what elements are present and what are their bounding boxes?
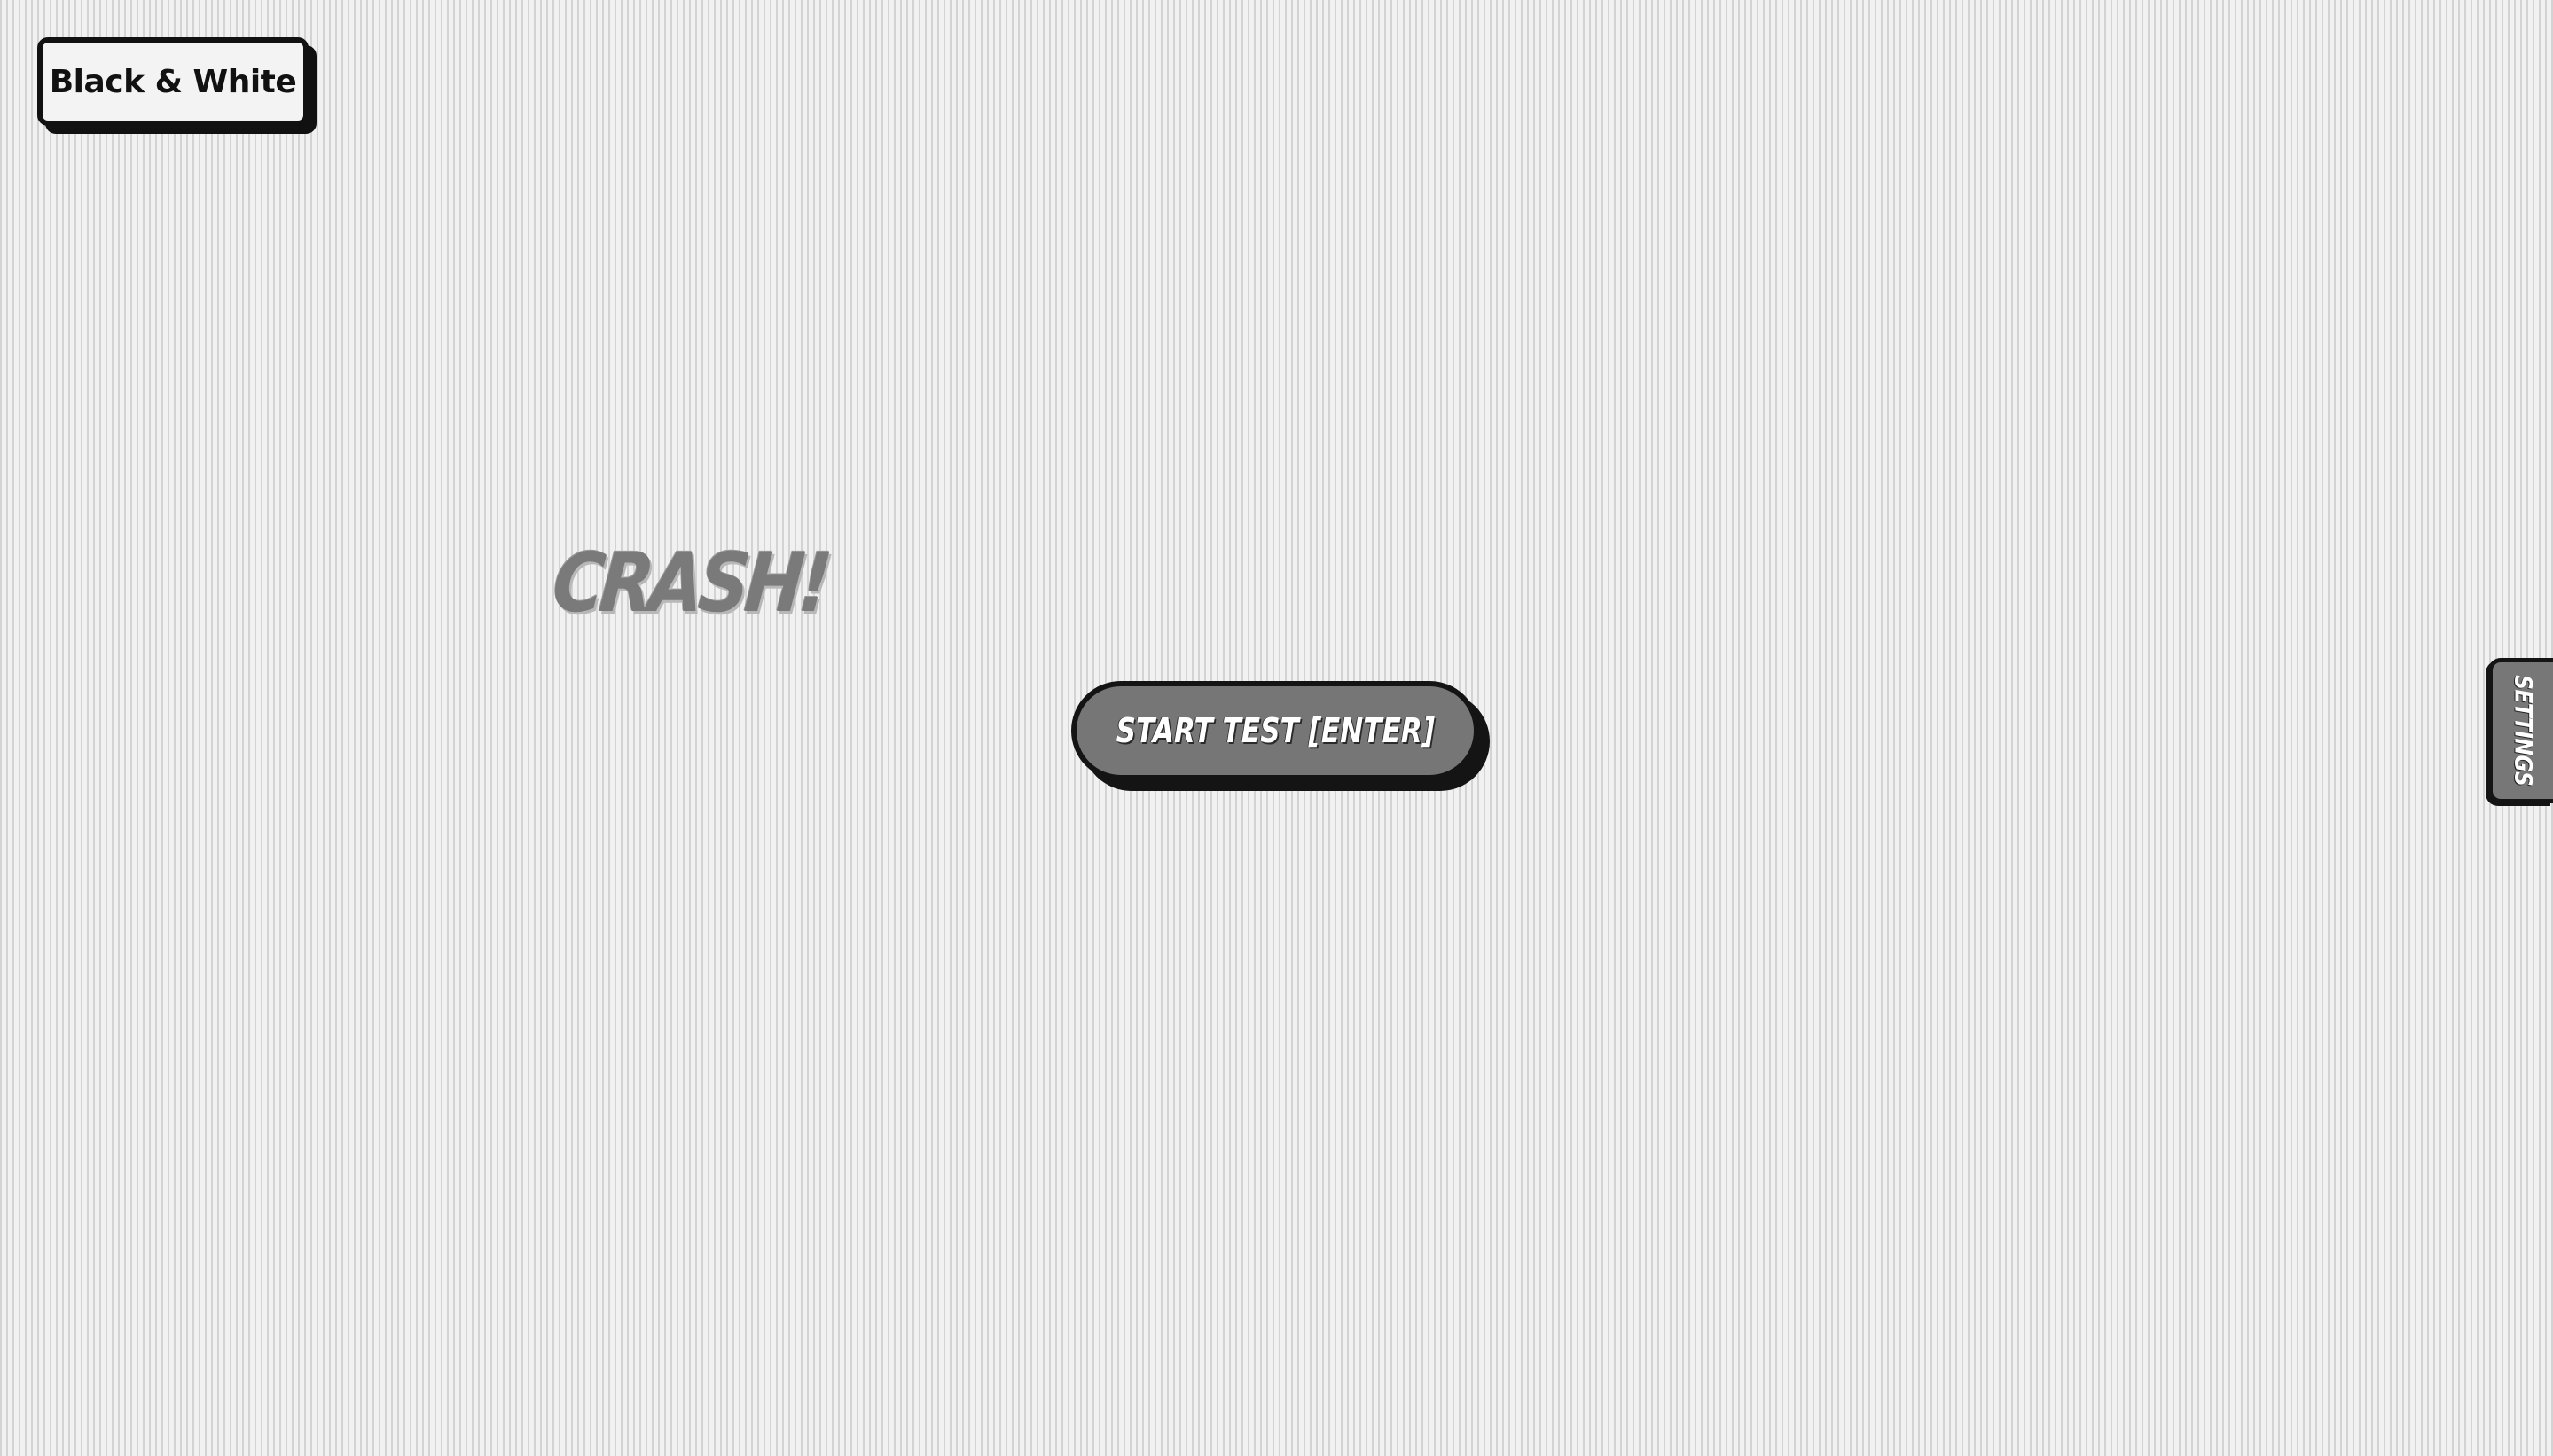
start-test-label: START TEST [ENTER] [1116,711,1435,750]
start-test-button[interactable]: START TEST [ENTER] [1071,681,1479,780]
settings-tab[interactable]: SETTINGS [2488,658,2553,803]
theme-label: Black & White [49,63,297,100]
theme-badge[interactable]: Black & White [37,37,309,126]
settings-label: SETTINGS [2509,675,2537,787]
sfx-word: CRASH! [549,536,832,630]
